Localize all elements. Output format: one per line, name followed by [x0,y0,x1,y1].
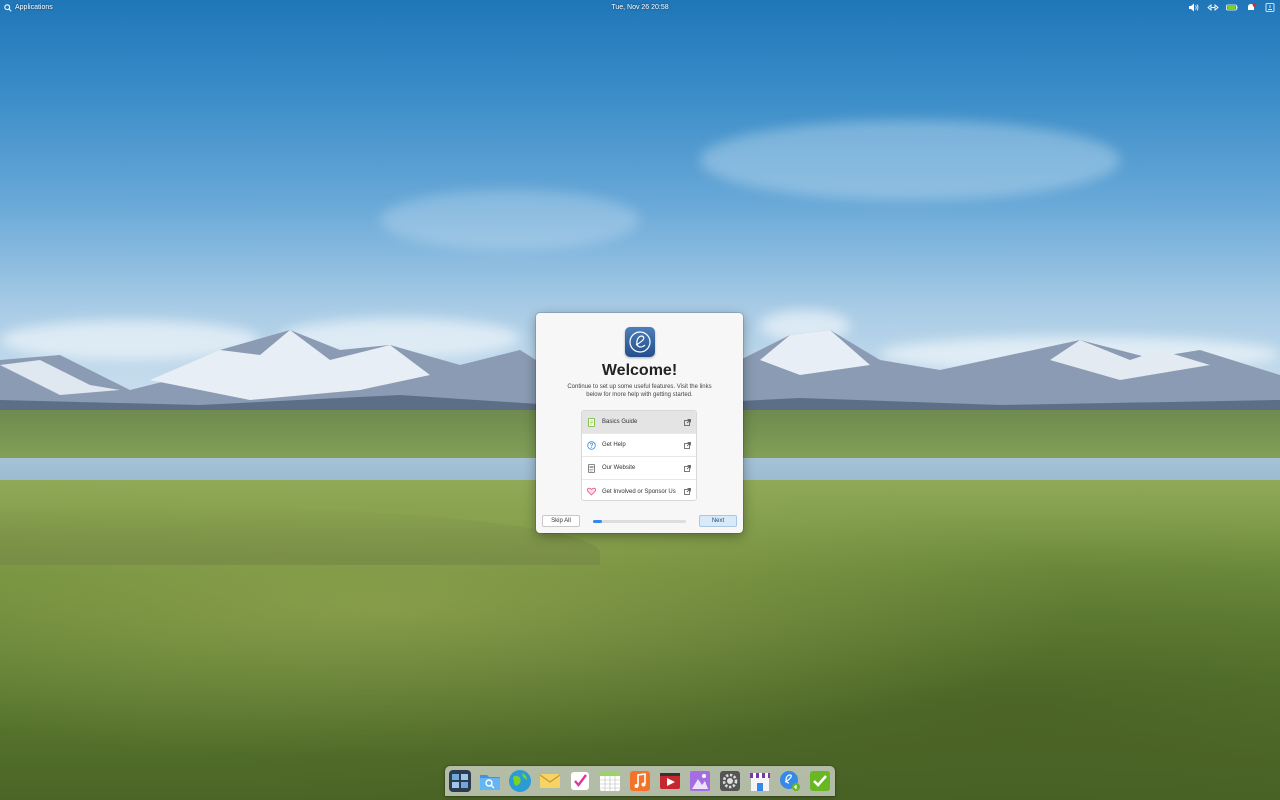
welcome-description: Continue to set up some useful features.… [567,384,712,398]
basics-guide-link[interactable]: Basics Guide [582,411,696,434]
setup-progress-bar [593,520,686,523]
calendar-icon[interactable] [598,769,622,793]
elementary-logo [625,327,655,357]
our-website-label: Our Website [602,465,636,471]
get-involved-link[interactable]: Get Involved or Sponsor Us [582,480,696,500]
website-icon [587,463,596,473]
our-website-link[interactable]: Our Website [582,457,696,480]
battery-icon[interactable] [1226,3,1238,12]
external-link-icon [684,418,691,426]
multitasking-view-icon[interactable] [448,769,472,793]
appcenter-icon[interactable] [748,769,772,793]
progress-fill [593,520,603,523]
external-link-icon [684,464,691,472]
document-icon [587,417,596,427]
get-help-label: Get Help [602,442,626,448]
power-icon[interactable] [1264,3,1276,12]
updates-icon[interactable] [808,769,832,793]
initial-setup-icon[interactable] [778,769,802,793]
date-time-indicator[interactable]: Tue, Nov 26 20:58 [611,4,668,11]
welcome-dialog: Welcome! Continue to set up some useful … [536,313,743,533]
next-button[interactable]: Next [699,515,737,527]
help-links-list: Basics Guide Get Help Our Website Get In… [581,410,697,501]
photos-icon[interactable] [688,769,712,793]
mail-icon[interactable] [538,769,562,793]
basics-guide-label: Basics Guide [602,419,638,425]
help-icon [587,440,596,450]
heart-icon [587,487,596,496]
network-icon[interactable] [1207,3,1219,12]
top-panel: Applications Tue, Nov 26 20:58 [0,0,1280,15]
external-link-icon [684,488,691,495]
external-link-icon [684,441,691,449]
web-browser-icon[interactable] [508,769,532,793]
system-settings-icon[interactable] [718,769,742,793]
get-involved-label: Get Involved or Sponsor Us [602,488,676,495]
dock [445,766,835,796]
music-icon[interactable] [628,769,652,793]
get-help-link[interactable]: Get Help [582,434,696,457]
skip-all-button[interactable]: Skip All [542,515,580,527]
search-icon [4,3,12,12]
panel-indicators [1188,3,1276,12]
tasks-icon[interactable] [568,769,592,793]
volume-icon[interactable] [1188,3,1200,12]
applications-menu-button[interactable]: Applications [4,3,53,12]
videos-icon[interactable] [658,769,682,793]
welcome-title: Welcome! [601,362,678,379]
notifications-icon[interactable] [1245,3,1257,12]
files-icon[interactable] [478,769,502,793]
applications-label: Applications [15,4,53,11]
